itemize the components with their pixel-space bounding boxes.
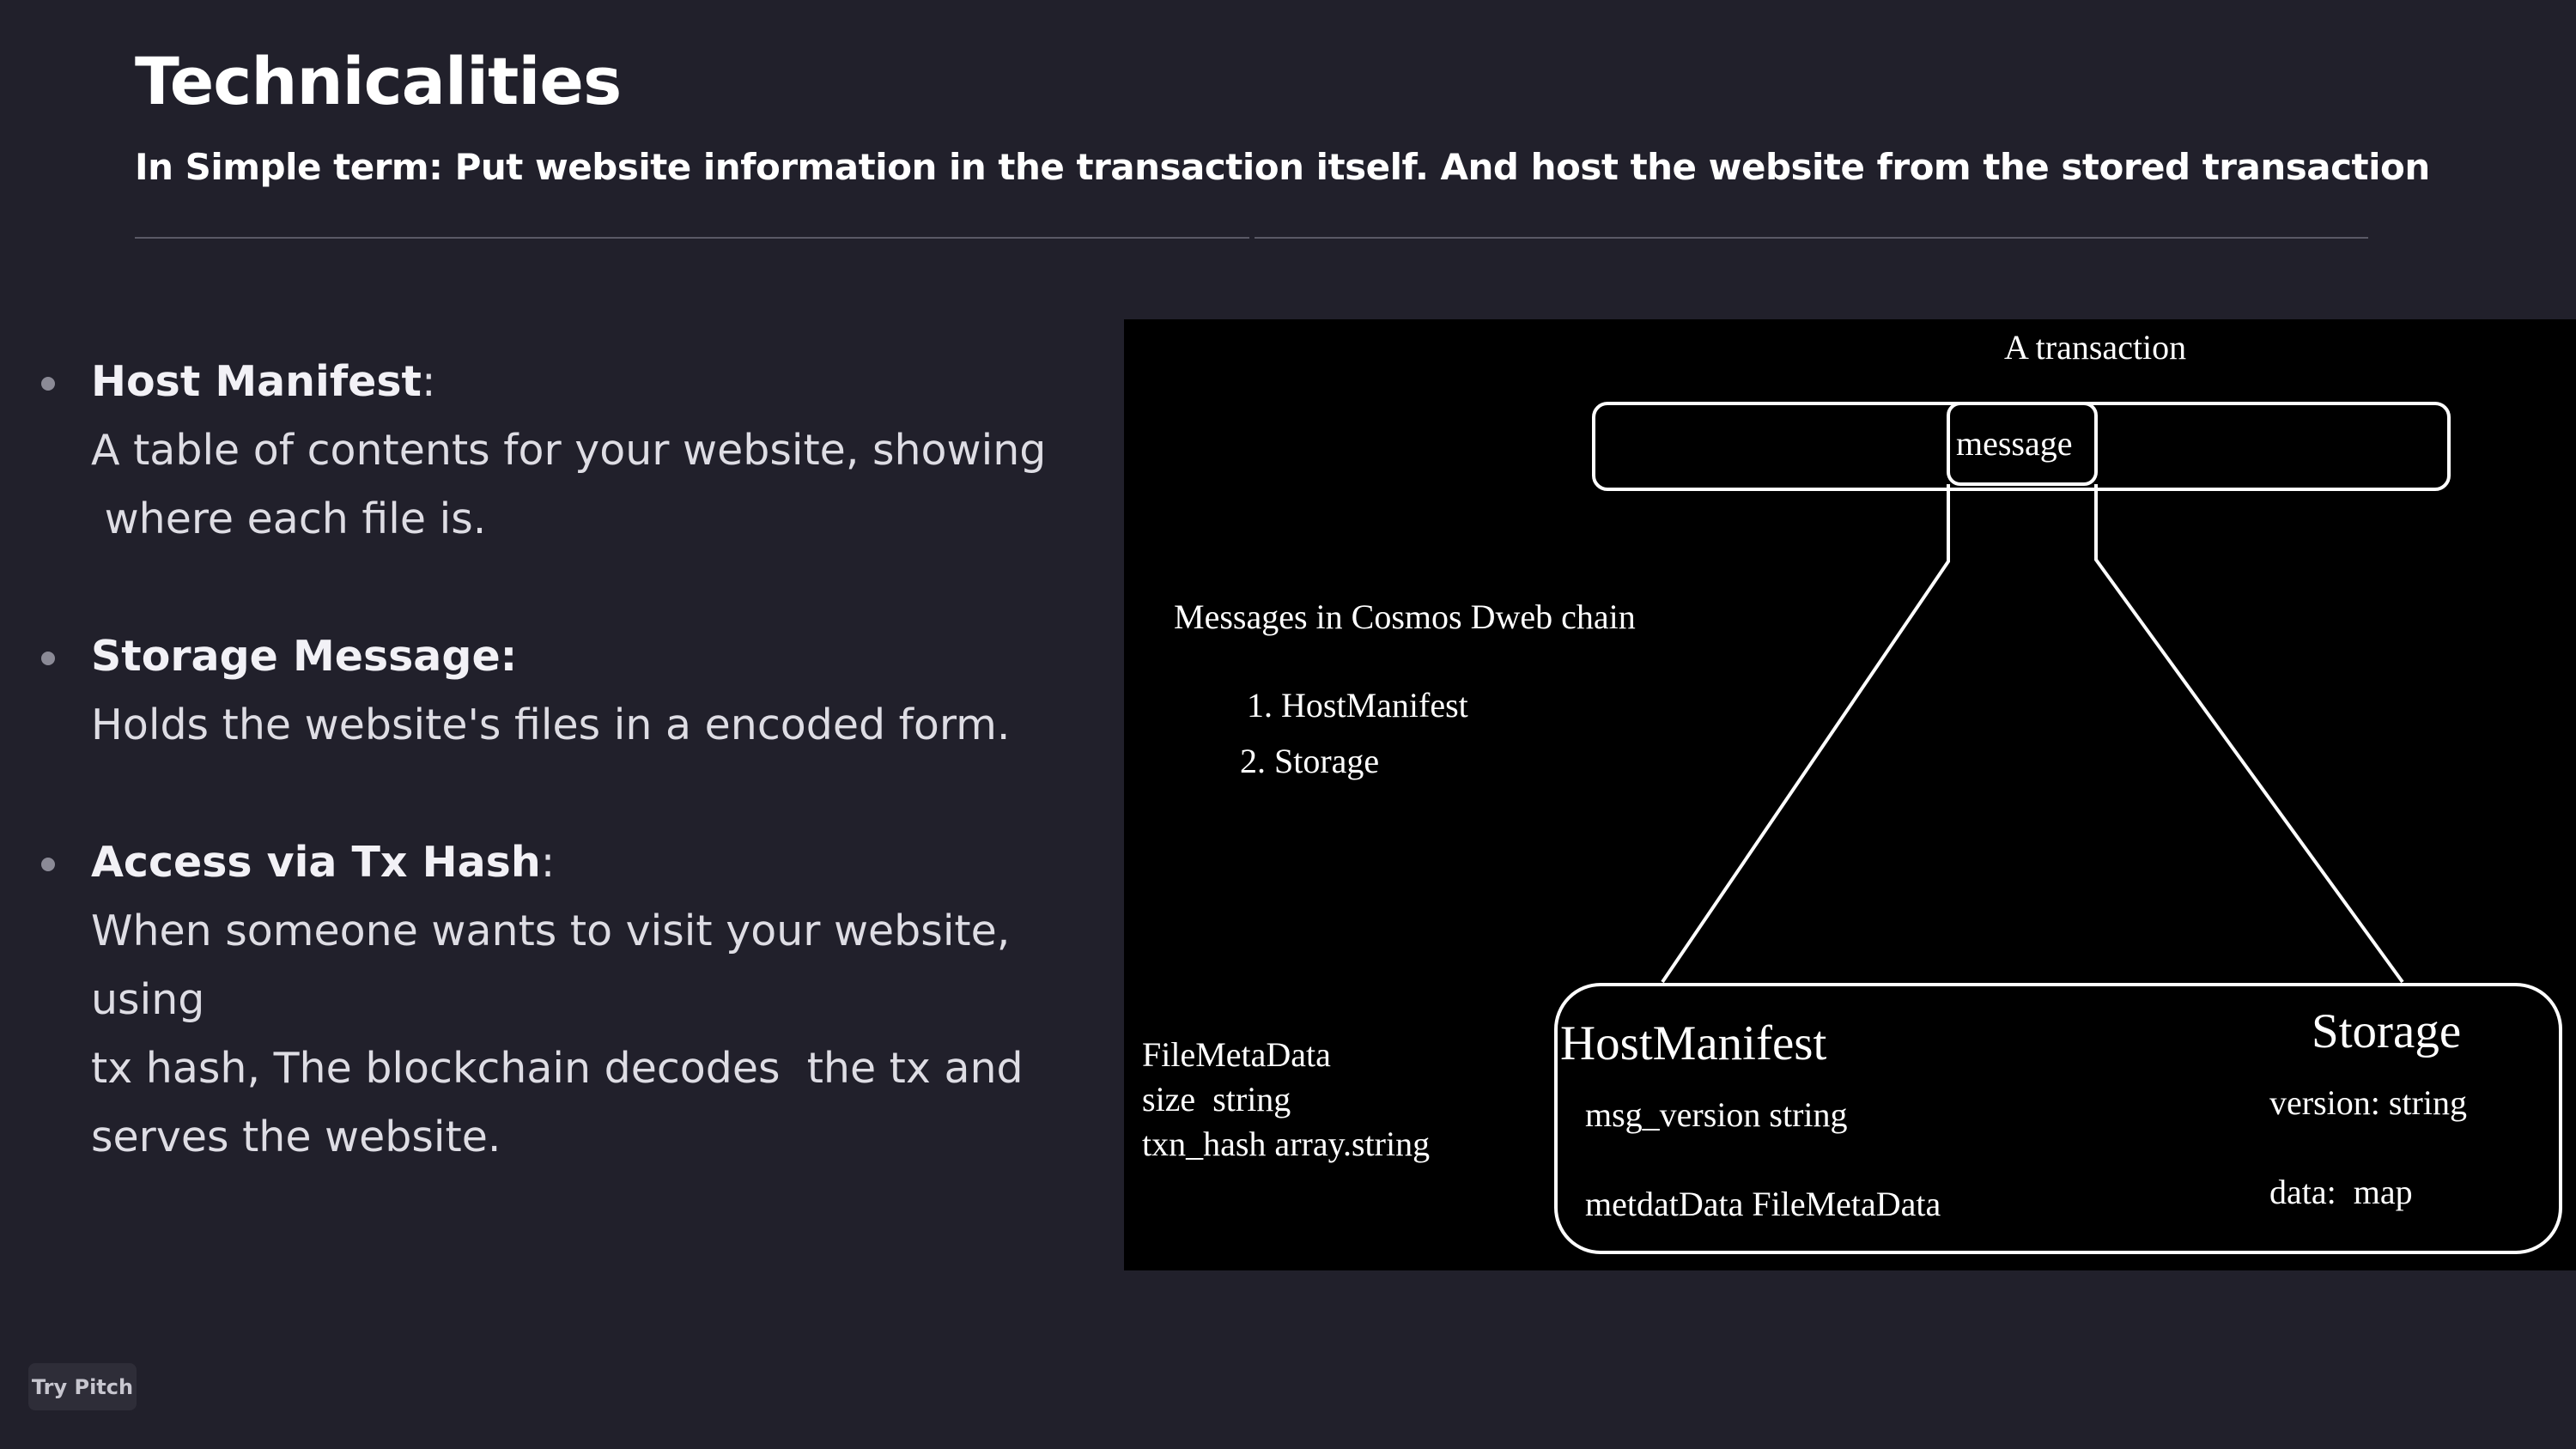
funnel-lines xyxy=(1661,484,2404,984)
bullet-text: tx hash, The blockchain decodes the tx a… xyxy=(91,1044,1024,1093)
bullet-access-tx-hash: Access via Tx Hash: When someone wants t… xyxy=(34,828,1099,1172)
filemetadata-field: txn_hash array.string xyxy=(1142,1125,1430,1163)
bullet-text: Holds the website's files in a encoded f… xyxy=(91,700,1011,749)
storage-field: data: map xyxy=(2269,1173,2413,1211)
messages-heading: Messages in Cosmos Dweb chain xyxy=(1174,597,1636,636)
try-pitch-button[interactable]: Try Pitch xyxy=(28,1363,137,1410)
hostmanifest-title: HostManifest xyxy=(1560,1016,1826,1070)
transaction-label: A transaction xyxy=(2004,328,2186,367)
message-label: message xyxy=(1956,424,2073,463)
bullet-heading: Access via Tx Hash xyxy=(91,838,541,887)
title-divider-left xyxy=(135,237,1249,239)
subtitle-lead: In Simple term: xyxy=(135,146,455,188)
bullet-list: Host Manifest: A table of contents for y… xyxy=(34,348,1099,1240)
bullet-dot-icon xyxy=(41,858,55,871)
storage-title: Storage xyxy=(2312,1004,2461,1058)
message-type-item: 1. HostManifest xyxy=(1247,686,1468,724)
bullet-dot-icon xyxy=(41,652,55,665)
bullet-heading: Storage Message: xyxy=(91,632,518,681)
bullet-text: where each file is. xyxy=(91,494,487,543)
slide-subtitle: In Simple term: Put website information … xyxy=(135,146,2430,188)
title-divider-right xyxy=(1255,237,2368,239)
filemetadata-title: FileMetaData xyxy=(1142,1035,1331,1074)
hostmanifest-field: metdatData FileMetaData xyxy=(1585,1185,1941,1223)
diagram-canvas: A transaction message Messages in Cosmos… xyxy=(1142,328,2562,1254)
transaction-diagram: A transaction message Messages in Cosmos… xyxy=(1124,319,2576,1270)
message-type-item: 2. Storage xyxy=(1240,742,1379,780)
bullet-text: serves the website. xyxy=(91,1113,501,1161)
hostmanifest-field: msg_version string xyxy=(1585,1095,1848,1134)
bullet-heading: Host Manifest xyxy=(91,357,422,406)
bullet-text: When someone wants to visit your website… xyxy=(91,906,1011,1024)
bullet-dot-icon xyxy=(41,377,55,391)
bullet-host-manifest: Host Manifest: A table of contents for y… xyxy=(34,348,1099,554)
slide-title: Technicalities xyxy=(135,43,622,119)
bullet-text: A table of contents for your website, sh… xyxy=(91,426,1047,475)
bullet-heading-suffix: : xyxy=(540,838,556,887)
bullet-heading-suffix: : xyxy=(421,357,436,406)
storage-field: version: string xyxy=(2269,1083,2467,1122)
subtitle-text: Put website information in the transacti… xyxy=(454,146,2431,188)
bullet-storage-message: Storage Message: Holds the website's fil… xyxy=(34,622,1099,760)
filemetadata-field: size string xyxy=(1142,1080,1291,1119)
